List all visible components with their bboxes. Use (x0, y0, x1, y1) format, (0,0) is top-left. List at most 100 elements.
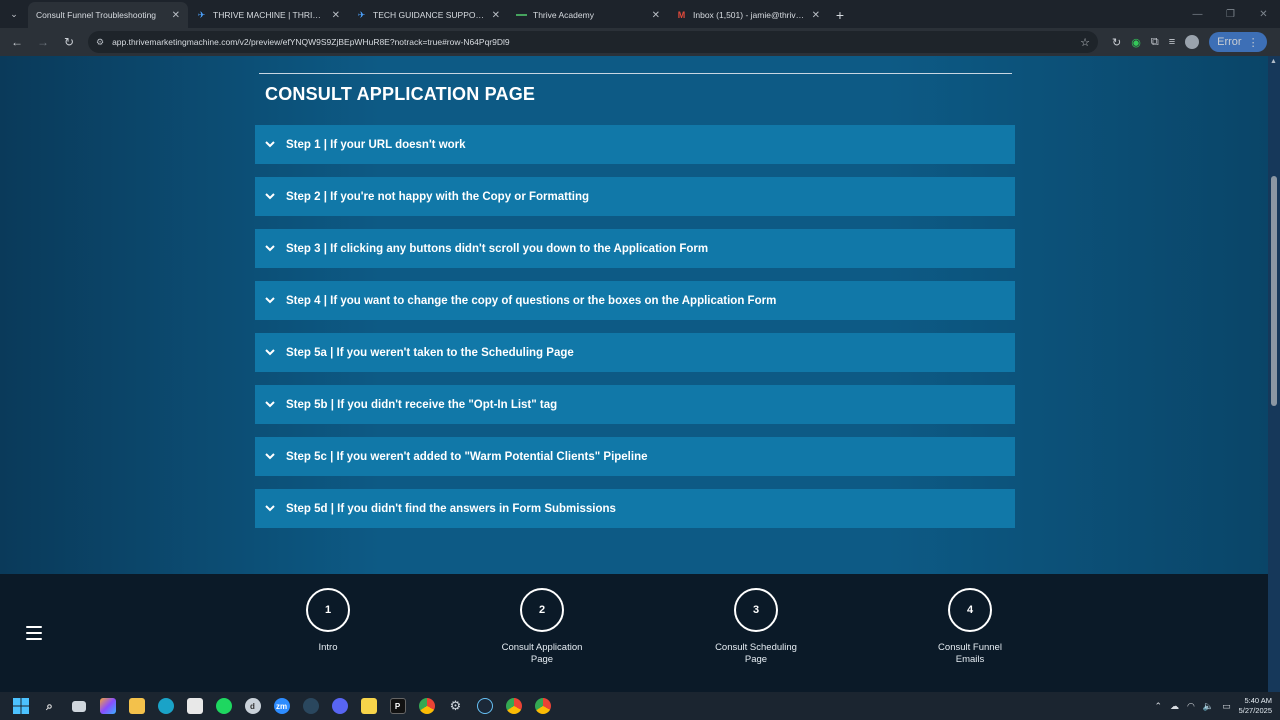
accordion-label: Step 4 | If you want to change the copy … (286, 294, 777, 307)
task-view-button[interactable] (64, 692, 93, 720)
minimize-icon[interactable]: — (1181, 0, 1214, 28)
back-arrow-icon[interactable]: ← (6, 31, 28, 53)
tab-thrive-machine[interactable]: ✈ THRIVE MACHINE | THRIVE AC ✕ (188, 2, 348, 28)
chevron-down-icon (265, 348, 275, 358)
windows-taskbar: ⌕ d zm P ⚙ ⌃ ☁ ◠ 🔈 ▭ 5:40 AM 5/27/2025 (0, 692, 1280, 720)
profile-avatar[interactable] (1185, 35, 1200, 49)
forward-arrow-icon[interactable]: → (32, 31, 54, 53)
sticky-notes-button[interactable] (354, 692, 383, 720)
accordion-item-step-5c[interactable]: Step 5c | If you weren't added to "Warm … (255, 437, 1015, 476)
task-view-icon (71, 700, 86, 712)
volume-icon[interactable]: 🔈 (1203, 701, 1214, 712)
clock[interactable]: 5:40 AM 5/27/2025 (1239, 696, 1272, 716)
refresh-extension-icon[interactable]: ↻ (1112, 36, 1121, 49)
cloud-icon[interactable]: ☁ (1170, 701, 1179, 712)
chrome-2-button[interactable] (499, 692, 528, 720)
close-icon[interactable]: ✕ (172, 10, 180, 21)
edge-button[interactable] (151, 692, 180, 720)
accordion-item-step-2[interactable]: Step 2 | If you're not happy with the Co… (255, 177, 1015, 216)
close-window-icon[interactable]: ✕ (1247, 0, 1280, 28)
zoom-button[interactable]: zm (267, 692, 296, 720)
copilot-icon (99, 698, 116, 714)
chevron-up-icon[interactable]: ⌃ (1154, 701, 1162, 712)
chevron-down-icon (265, 296, 275, 306)
accordion-label: Step 5c | If you weren't added to "Warm … (286, 450, 648, 463)
close-icon[interactable]: ✕ (812, 10, 820, 21)
step-nav-4[interactable]: 4 Consult Funnel Emails (900, 588, 1040, 666)
tab-inbox[interactable]: M Inbox (1,501) - jamie@thrive-a ✕ (668, 2, 828, 28)
gmail-icon: M (677, 10, 686, 20)
step-nav-2[interactable]: 2 Consult Application Page (472, 588, 612, 666)
url-text[interactable]: app.thrivemarketingmachine.com/v2/previe… (112, 37, 1072, 47)
chrome-button[interactable] (412, 692, 441, 720)
store-button[interactable] (180, 692, 209, 720)
page-content: CONSULT APPLICATION PAGE Step 1 | If you… (0, 56, 1268, 574)
gear-icon: ⚙ (449, 698, 462, 713)
step-nav-3[interactable]: 3 Consult Scheduling Page (686, 588, 826, 666)
accordion-item-step-1[interactable]: Step 1 | If your URL doesn't work (255, 125, 1015, 164)
spotify-icon (215, 698, 232, 714)
hamburger-menu-icon[interactable] (26, 626, 42, 640)
accordion-item-step-4[interactable]: Step 4 | If you want to change the copy … (255, 281, 1015, 320)
steam-2-button[interactable] (470, 692, 499, 720)
address-bar[interactable]: ⚙ app.thrivemarketingmachine.com/v2/prev… (88, 31, 1098, 53)
browser-tab-strip: ⌄ Consult Funnel Troubleshooting ✕ ✈ THR… (0, 0, 1280, 28)
clock-date: 5/27/2025 (1238, 706, 1272, 715)
browser-toolbar: ← → ↻ ⚙ app.thrivemarketingmachine.com/v… (0, 28, 1280, 56)
steam-button[interactable] (296, 692, 325, 720)
chrome-icon (505, 698, 522, 714)
app-p-button[interactable]: P (383, 692, 412, 720)
step-label: Consult Scheduling Page (715, 642, 797, 665)
step-nav-1[interactable]: 1 Intro (258, 588, 398, 654)
tab-search-button[interactable]: ⌄ (0, 0, 28, 28)
accordion-item-step-3[interactable]: Step 3 | If clicking any buttons didn't … (255, 229, 1015, 268)
discord-icon (331, 698, 348, 714)
scrollbar-thumb[interactable] (1271, 176, 1277, 406)
app-d-button[interactable]: d (238, 692, 267, 720)
copilot-button[interactable] (93, 692, 122, 720)
battery-icon[interactable]: ▭ (1222, 701, 1231, 712)
new-tab-button[interactable]: + (828, 2, 852, 28)
tab-title: Inbox (1,501) - jamie@thrive-a (693, 10, 806, 20)
wifi-icon[interactable]: ◠ (1187, 701, 1195, 712)
accordion-item-step-5d[interactable]: Step 5d | If you didn't find the answers… (255, 489, 1015, 528)
troubleshooting-accordion: Step 1 | If your URL doesn't work Step 2… (255, 125, 1015, 541)
search-icon: ⌕ (46, 698, 53, 713)
steam-icon (476, 698, 493, 714)
step-number: 3 (734, 588, 778, 632)
restore-icon[interactable]: ❐ (1214, 0, 1247, 28)
extensions-puzzle-icon[interactable]: ⧉ (1151, 36, 1159, 49)
scroll-up-icon[interactable]: ▲ (1270, 58, 1277, 65)
tab-consult-funnel[interactable]: Consult Funnel Troubleshooting ✕ (28, 2, 188, 28)
accordion-label: Step 2 | If you're not happy with the Co… (286, 190, 590, 203)
file-explorer-button[interactable] (122, 692, 151, 720)
close-icon[interactable]: ✕ (332, 10, 340, 21)
accordion-item-step-5b[interactable]: Step 5b | If you didn't receive the "Opt… (255, 385, 1015, 424)
accordion-label: Step 5b | If you didn't receive the "Opt… (286, 398, 558, 411)
accordion-item-step-5a[interactable]: Step 5a | If you weren't taken to the Sc… (255, 333, 1015, 372)
site-info-icon[interactable]: ⚙ (96, 37, 104, 48)
p-app-icon: P (389, 698, 406, 714)
start-button[interactable] (6, 692, 35, 720)
grammarly-icon[interactable]: ◉ (1131, 36, 1141, 49)
bookmark-star-icon[interactable]: ☆ (1080, 36, 1090, 49)
search-taskbar-button[interactable]: ⌕ (35, 692, 64, 720)
reload-icon[interactable]: ↻ (58, 31, 80, 53)
close-icon[interactable]: ✕ (652, 10, 660, 21)
tab-title: Consult Funnel Troubleshooting (36, 10, 157, 20)
tab-title: Thrive Academy (533, 10, 594, 20)
chrome-3-button[interactable] (528, 692, 557, 720)
tab-thrive-academy[interactable]: Thrive Academy ✕ (508, 2, 668, 28)
close-icon[interactable]: ✕ (492, 10, 500, 21)
steam-icon (302, 698, 319, 714)
spotify-button[interactable] (209, 692, 238, 720)
reading-list-icon[interactable]: ≡ (1169, 36, 1175, 48)
store-icon (186, 698, 203, 714)
tab-tech-guidance[interactable]: ✈ TECH GUIDANCE SUPPORT BO ✕ (348, 2, 508, 28)
settings-button[interactable]: ⚙ (441, 692, 470, 720)
discord-button[interactable] (325, 692, 354, 720)
chevron-down-icon (265, 192, 275, 202)
error-button[interactable]: Error ⋮ (1209, 32, 1267, 52)
page-scrollbar[interactable]: ▲ (1268, 56, 1280, 692)
chevron-down-icon (265, 504, 275, 514)
